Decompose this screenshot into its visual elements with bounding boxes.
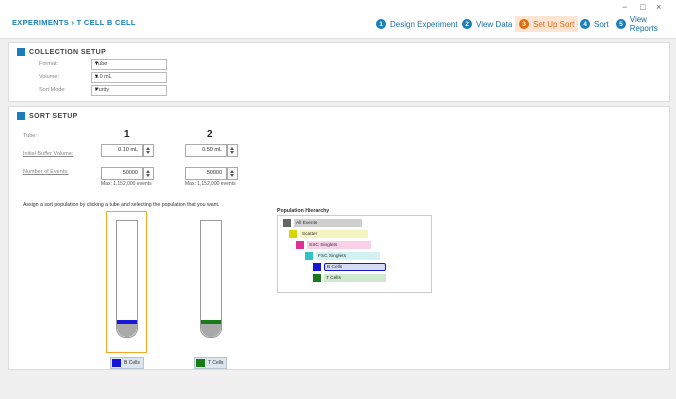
format-label: Format: — [39, 61, 58, 67]
step-design-experiment[interactable]: 1 Design Experiment — [376, 16, 458, 32]
sort-mode-select[interactable]: Purity ▾ — [91, 85, 167, 96]
hierarchy-item-t-cells[interactable]: T Cells — [313, 274, 386, 282]
tube-2-tag-swatch — [196, 359, 205, 367]
hierarchy-swatch — [313, 274, 321, 282]
hierarchy-swatch — [296, 241, 304, 249]
step-set-up-sort[interactable]: 3 Set Up Sort — [515, 16, 579, 32]
tube-1[interactable] — [116, 220, 138, 338]
step-label: Set Up Sort — [533, 19, 575, 29]
hierarchy-item-scatter[interactable]: Scatter — [289, 230, 368, 238]
tube-2-buffer-spinner[interactable] — [227, 144, 238, 157]
tube-1-buffer-input[interactable]: 0.10 mL — [101, 144, 143, 157]
tube-1-buffer-spinner[interactable] — [143, 144, 154, 157]
hierarchy-swatch — [283, 219, 291, 227]
dropdown-caret-icon: ▾ — [95, 87, 99, 93]
number-of-events-label: Number of Events: — [23, 169, 69, 175]
tube-1-number: 1 — [124, 129, 130, 140]
tube-2-population-tag[interactable]: T Cells — [194, 357, 228, 369]
collection-setup-panel: COLLECTION SETUP Format: Tube ▾ Volume: … — [8, 42, 670, 102]
format-select[interactable]: Tube ▾ — [91, 59, 167, 70]
hierarchy-item-ssc-singlets[interactable]: SSC Singlets — [296, 241, 371, 249]
initial-buffer-volume-label: Initial Buffer Volume: — [23, 151, 74, 157]
tube-1-tag-swatch — [112, 359, 121, 367]
sort-setup-title: SORT SETUP — [17, 112, 78, 120]
tube-2-events-spinner[interactable] — [227, 167, 238, 180]
step-number-badge: 1 — [376, 19, 386, 29]
hierarchy-item-all-events[interactable]: All Events — [283, 219, 362, 227]
volume-select[interactable]: 5.0 mL ▾ — [91, 72, 167, 83]
step-number-badge: 2 — [462, 19, 472, 29]
tube-2-bottom — [201, 324, 221, 337]
population-hierarchy-box: All Events Scatter SSC Singlets FSC Sing… — [277, 215, 432, 293]
hierarchy-item-fsc-singlets[interactable]: FSC Singlets — [305, 252, 380, 260]
hierarchy-bar: SSC Singlets — [307, 241, 371, 249]
tube-2-buffer-input[interactable]: 0.50 mL — [185, 144, 227, 157]
hierarchy-bar: T Cells — [324, 274, 386, 282]
step-label: Sort — [594, 19, 609, 29]
sort-setup-panel: SORT SETUP Tube: Initial Buffer Volume: … — [8, 106, 670, 370]
step-sort[interactable]: 4 Sort — [580, 16, 609, 32]
tube-1-events-spinner[interactable] — [143, 167, 154, 180]
tube-1-bottom — [117, 324, 137, 337]
hierarchy-bar: Scatter — [300, 230, 368, 238]
top-bar: − □ × EXPERIMENTS › T CELL B CELL 1 Desi… — [0, 0, 676, 39]
hierarchy-bar: All Events — [294, 219, 362, 227]
step-view-data[interactable]: 2 View Data — [462, 16, 512, 32]
section-marker-icon — [17, 48, 25, 56]
minimize-icon[interactable]: − — [622, 2, 627, 12]
maximize-icon[interactable]: □ — [640, 2, 645, 12]
dropdown-caret-icon: ▾ — [95, 74, 99, 80]
tube-1-events-input[interactable]: 50000 — [101, 167, 143, 180]
step-number-badge: 4 — [580, 19, 590, 29]
step-label: Design Experiment — [390, 19, 458, 29]
sort-mode-label: Sort Mode: — [39, 87, 66, 93]
step-view-reports[interactable]: 5 View Reports — [616, 15, 676, 33]
tube-2-number: 2 — [207, 129, 213, 140]
step-number-badge: 3 — [519, 19, 529, 29]
tube-1-population-tag[interactable]: B Cells — [110, 357, 144, 369]
hierarchy-swatch — [305, 252, 313, 260]
tube-2-events-input[interactable]: 50000 — [185, 167, 227, 180]
hierarchy-swatch — [313, 263, 321, 271]
tube-2-max-events: Max: 1,152,000 events — [185, 181, 236, 187]
step-label: View Data — [476, 19, 513, 29]
population-hierarchy-title: Population Hierarchy — [277, 208, 330, 214]
dropdown-caret-icon: ▾ — [95, 61, 99, 67]
collection-setup-title: COLLECTION SETUP — [17, 48, 106, 56]
hierarchy-swatch — [289, 230, 297, 238]
hierarchy-item-b-cells[interactable]: B Cells — [313, 263, 386, 271]
tube-2[interactable] — [200, 220, 222, 338]
step-label: View Reports — [629, 15, 658, 33]
tube-1-max-events: Max: 1,152,000 events — [101, 181, 152, 187]
sort-instruction: Assign a sort population by clicking a t… — [23, 202, 220, 208]
section-marker-icon — [17, 112, 25, 120]
hierarchy-bar: FSC Singlets — [316, 252, 380, 260]
close-icon[interactable]: × — [656, 2, 661, 12]
step-number-badge: 5 — [616, 19, 626, 29]
tube-label: Tube: — [23, 133, 37, 139]
hierarchy-bar: B Cells — [324, 263, 386, 271]
volume-label: Volume: — [39, 74, 59, 80]
breadcrumb[interactable]: EXPERIMENTS › T CELL B CELL — [12, 18, 136, 27]
